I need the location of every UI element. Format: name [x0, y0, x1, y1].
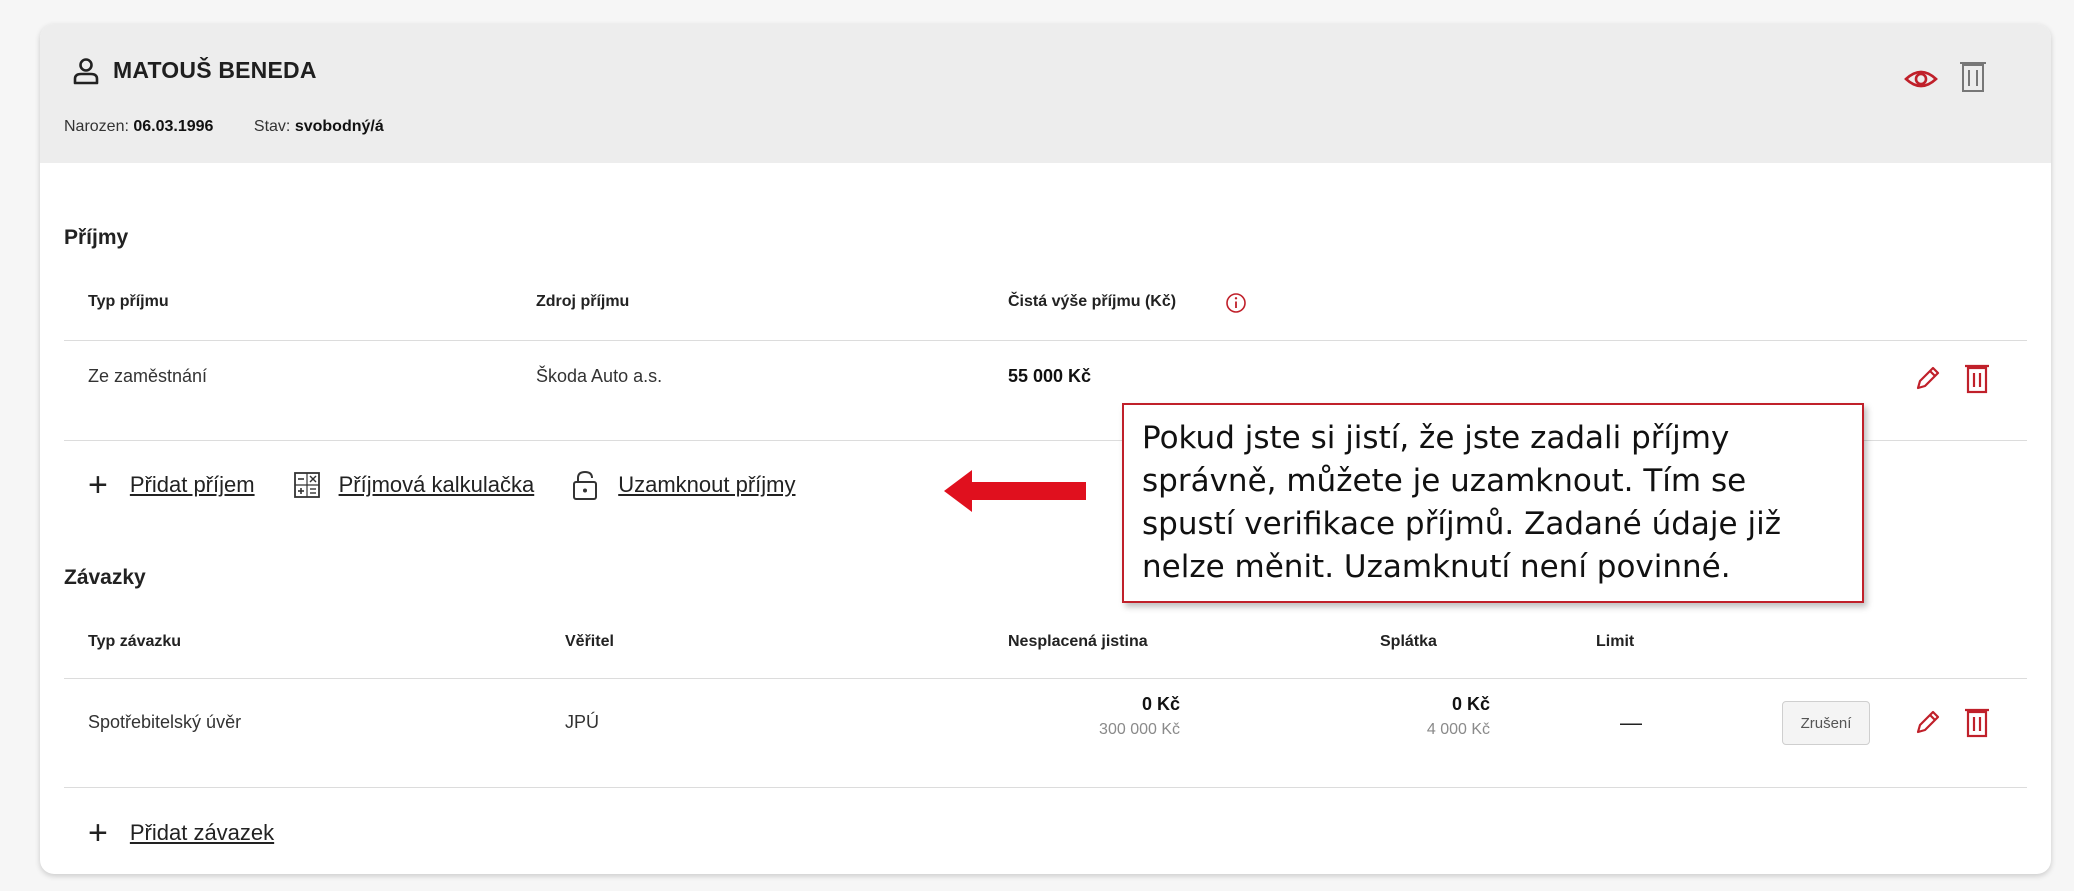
- pencil-icon[interactable]: [1912, 708, 1942, 738]
- born-label: Narozen:: [64, 118, 129, 135]
- divider: [64, 340, 2027, 341]
- divider: [64, 787, 2027, 788]
- calculator-icon: [293, 472, 320, 498]
- income-source: Škoda Auto a.s.: [536, 366, 663, 386]
- liability-header-creditor: Věřitel: [565, 633, 614, 650]
- person-icon: [73, 58, 99, 85]
- add-liability-link[interactable]: Přidat závazek: [130, 820, 274, 846]
- lock-icon: [573, 470, 598, 500]
- liability-header-limit: Limit: [1596, 633, 1635, 650]
- status-value: svobodný/á: [294, 118, 384, 135]
- trash-icon[interactable]: [1964, 706, 1990, 738]
- liability-header-principal: Nesplacená jistina: [1008, 633, 1148, 650]
- principal-original: 300 000 Kč: [1099, 721, 1180, 738]
- eye-icon[interactable]: [1904, 62, 1938, 96]
- income-actions: + Přidat příjem Příjmová kalkulačka Uzam…: [88, 468, 796, 502]
- plus-icon: +: [88, 814, 108, 852]
- callout-note: Pokud jste si jistí, že jste zadali příj…: [1122, 403, 1864, 603]
- trash-icon[interactable]: [1964, 362, 1990, 394]
- plus-icon: +: [88, 466, 108, 504]
- installment-original: 4 000 Kč: [1426, 721, 1490, 738]
- info-icon[interactable]: [1225, 292, 1247, 314]
- liability-type: Spotřebitelský úvěr: [88, 712, 242, 732]
- trash-icon[interactable]: [1958, 59, 1988, 93]
- liability-limit: —: [1620, 710, 1642, 735]
- pencil-icon[interactable]: [1912, 364, 1942, 394]
- income-header-amount: Čistá výše příjmu (Kč): [1008, 293, 1177, 310]
- income-calculator-link[interactable]: Příjmová kalkulačka: [339, 472, 535, 498]
- status-label: Stav:: [253, 118, 291, 135]
- installment-cell: 0 Kč 4 000 Kč: [1340, 694, 1490, 739]
- lock-income-link[interactable]: Uzamknout příjmy: [618, 472, 795, 498]
- card-header: MATOUŠ BENEDA Narozen: 06.03.1996 Stav: …: [40, 24, 2051, 163]
- liability-header-installment: Splátka: [1380, 633, 1437, 650]
- person-meta: Narozen: 06.03.1996 Stav: svobodný/á: [64, 118, 384, 136]
- arrow-left-icon: [944, 470, 1086, 512]
- income-type: Ze zaměstnání: [88, 366, 208, 386]
- born-value: 06.03.1996: [133, 118, 214, 135]
- liabilities-title: Závazky: [64, 566, 146, 589]
- cancel-button[interactable]: Zrušení: [1782, 701, 1870, 745]
- income-title: Příjmy: [64, 226, 129, 249]
- income-header-source: Zdroj příjmu: [536, 293, 630, 310]
- income-amount: 55 000 Kč: [1008, 366, 1092, 386]
- liability-creditor: JPÚ: [565, 712, 600, 732]
- liability-header-type: Typ závazku: [88, 633, 182, 650]
- person-name: MATOUŠ BENEDA: [113, 57, 317, 83]
- divider: [64, 678, 2027, 679]
- liability-actions: + Přidat závazek: [88, 816, 274, 850]
- add-income-link[interactable]: Přidat příjem: [130, 472, 255, 498]
- income-header-type: Typ příjmu: [88, 293, 169, 310]
- installment-value: 0 Kč: [1451, 694, 1490, 714]
- principal-value: 0 Kč: [1141, 694, 1180, 714]
- principal-cell: 0 Kč 300 000 Kč: [1040, 694, 1180, 739]
